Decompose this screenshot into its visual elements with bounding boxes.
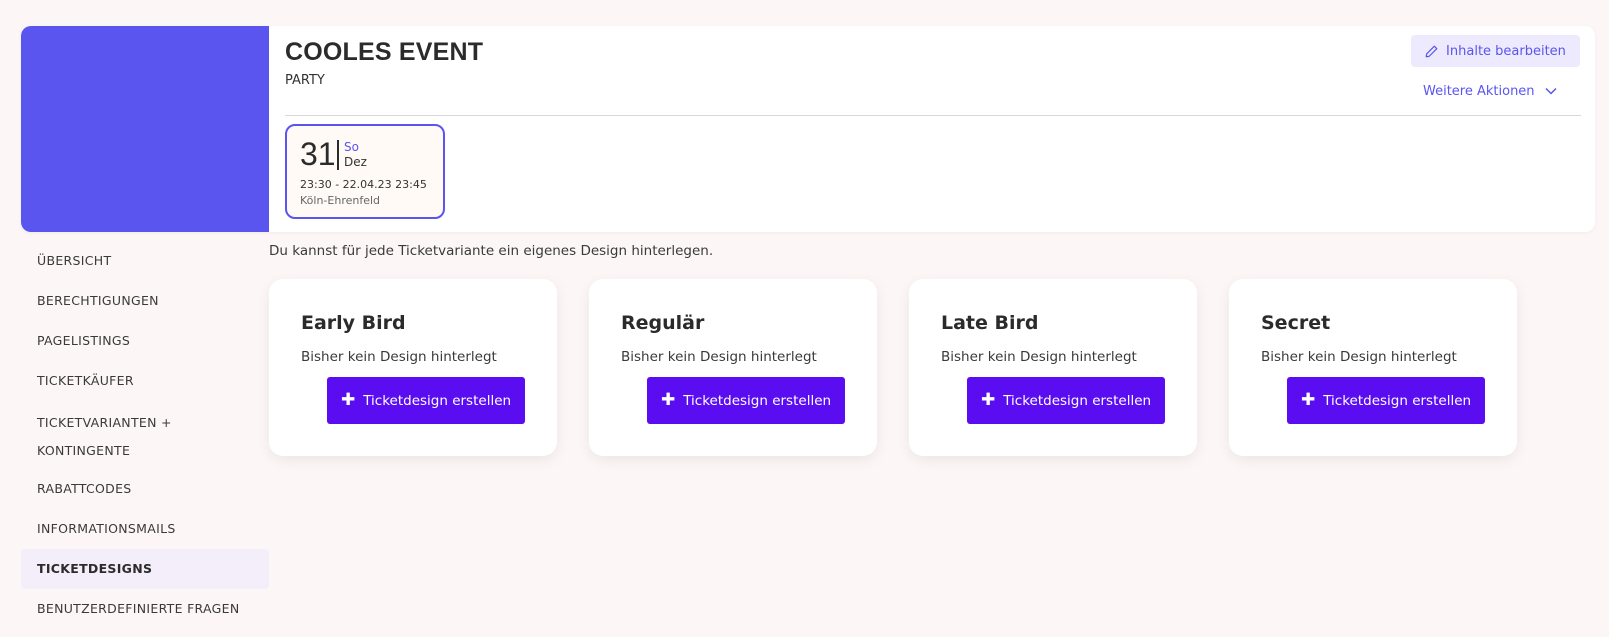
sidebar-item-berechtigungen[interactable]: BERECHTIGUNGEN [21, 281, 269, 321]
edit-content-button[interactable]: Inhalte bearbeiten [1411, 35, 1580, 67]
date-time-range: 23:30 - 22.04.23 23:45 [300, 178, 427, 191]
date-month: Dez [344, 155, 367, 169]
sidebar-item-label: RABATTCODES [37, 481, 132, 496]
plus-icon: ✚ [1300, 390, 1316, 410]
date-day: 31 [300, 136, 336, 172]
date-separator [337, 140, 339, 170]
button-label: Ticketdesign erstellen [363, 392, 512, 409]
card-title: Early Bird [301, 312, 406, 334]
plus-icon: ✚ [660, 390, 676, 410]
ticket-variant-card: Early Bird Bisher kein Design hinterlegt… [269, 279, 557, 456]
sidebar-item-label: TICKETKÄUFER [37, 373, 134, 388]
card-description: Bisher kein Design hinterlegt [941, 349, 1137, 365]
sidebar-item-benutzerdefinierte-fragen[interactable]: BENUTZERDEFINIERTE FRAGEN [21, 589, 269, 629]
sidebar-item-label-line2: KONTINGENTE [37, 443, 131, 458]
edit-content-label: Inhalte bearbeiten [1446, 43, 1566, 59]
sidebar-nav: ÜBERSICHT BERECHTIGUNGEN PAGELISTINGS TI… [21, 240, 269, 629]
button-label: Ticketdesign erstellen [1323, 392, 1472, 409]
sidebar-item-rabattcodes[interactable]: RABATTCODES [21, 469, 269, 509]
sidebar-item-label: BERECHTIGUNGEN [37, 293, 159, 308]
sidebar-item-ticketdesigns[interactable]: TICKETDESIGNS [21, 549, 269, 589]
event-cover-image[interactable] [21, 26, 269, 232]
event-category: PARTY [285, 73, 325, 88]
sidebar-item-label: TICKETVARIANTEN + [37, 415, 172, 430]
pencil-icon [1425, 45, 1438, 57]
more-actions-dropdown[interactable]: Weitere Aktionen [1423, 80, 1557, 102]
event-date-card[interactable]: 31 So Dez 23:30 - 22.04.23 23:45 Köln-Eh… [285, 124, 445, 219]
ticketdesign-intro-text: Du kannst für jede Ticketvariante ein ei… [269, 243, 714, 259]
create-ticketdesign-button[interactable]: ✚ Ticketdesign erstellen [327, 377, 525, 424]
header-divider [285, 115, 1581, 116]
ticket-variant-card: Secret Bisher kein Design hinterlegt ✚ T… [1229, 279, 1517, 456]
sidebar-item-label: PAGELISTINGS [37, 333, 131, 348]
event-title: COOLES EVENT [285, 38, 484, 66]
ticket-variant-card: Late Bird Bisher kein Design hinterlegt … [909, 279, 1197, 456]
more-actions-label: Weitere Aktionen [1423, 83, 1535, 99]
date-location: Köln-Ehrenfeld [300, 194, 381, 207]
sidebar-item-ticketvarianten[interactable]: TICKETVARIANTEN + KONTINGENTE [21, 401, 269, 469]
sidebar-item-informationsmails[interactable]: INFORMATIONSMAILS [21, 509, 269, 549]
card-description: Bisher kein Design hinterlegt [621, 349, 817, 365]
sidebar-item-pagelistings[interactable]: PAGELISTINGS [21, 321, 269, 361]
ticket-variant-card: Regulär Bisher kein Design hinterlegt ✚ … [589, 279, 877, 456]
plus-icon: ✚ [340, 390, 356, 410]
button-label: Ticketdesign erstellen [1003, 392, 1152, 409]
sidebar-item-label: TICKETDESIGNS [37, 561, 153, 576]
sidebar-item-label: ÜBERSICHT [37, 253, 112, 268]
card-description: Bisher kein Design hinterlegt [1261, 349, 1457, 365]
create-ticketdesign-button[interactable]: ✚ Ticketdesign erstellen [1287, 377, 1485, 424]
sidebar-item-uebersicht[interactable]: ÜBERSICHT [21, 240, 269, 281]
chevron-down-icon [1545, 87, 1557, 95]
create-ticketdesign-button[interactable]: ✚ Ticketdesign erstellen [647, 377, 845, 424]
card-title: Secret [1261, 312, 1331, 334]
card-title: Late Bird [941, 312, 1039, 334]
create-ticketdesign-button[interactable]: ✚ Ticketdesign erstellen [967, 377, 1165, 424]
button-label: Ticketdesign erstellen [683, 392, 832, 409]
sidebar-item-label: INFORMATIONSMAILS [37, 521, 176, 536]
sidebar-item-label: BENUTZERDEFINIERTE FRAGEN [37, 601, 240, 616]
sidebar-item-ticketkaeufer[interactable]: TICKETKÄUFER [21, 361, 269, 401]
card-title: Regulär [621, 312, 705, 334]
card-description: Bisher kein Design hinterlegt [301, 349, 497, 365]
date-weekday: So [344, 140, 359, 154]
plus-icon: ✚ [980, 390, 996, 410]
